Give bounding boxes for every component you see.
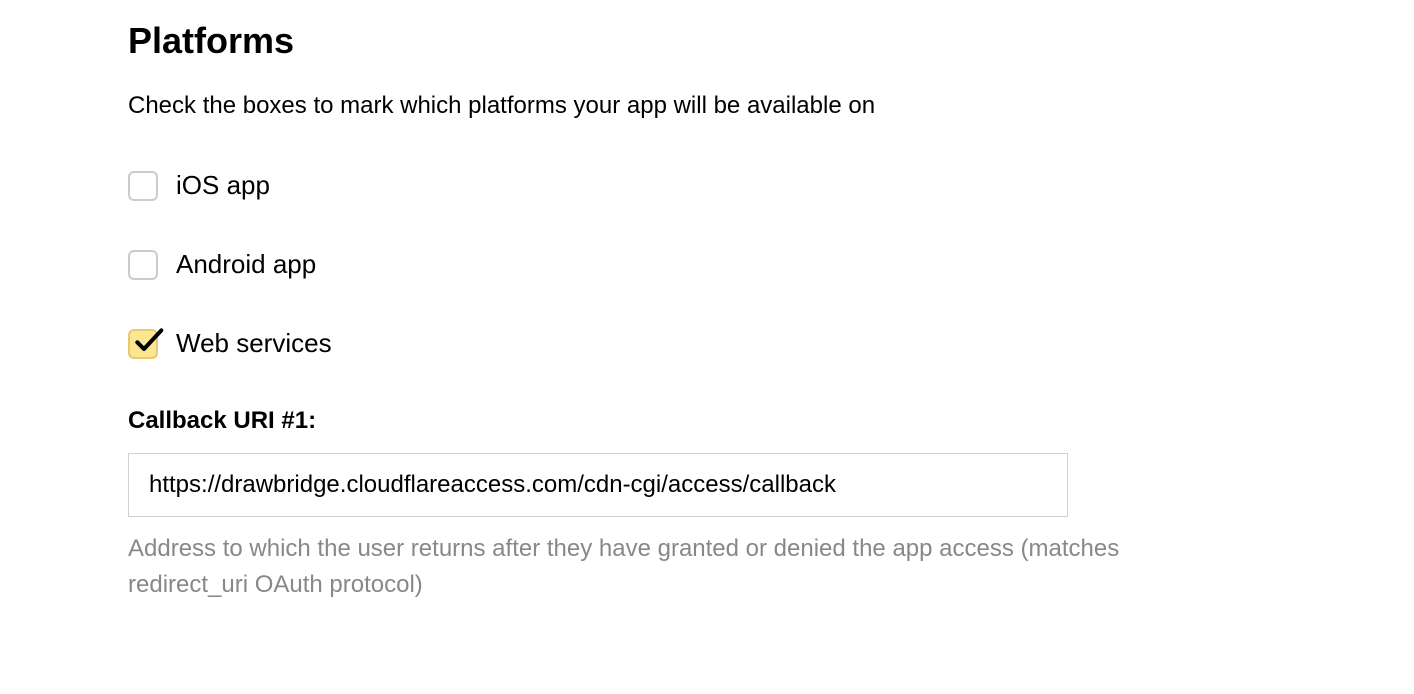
platform-option-web: Web services [128,328,1286,359]
platforms-heading: Platforms [128,20,1286,62]
web-services-label: Web services [176,328,332,359]
platform-option-android: Android app [128,249,1286,280]
android-checkbox[interactable] [128,250,158,280]
platform-option-ios: iOS app [128,170,1286,201]
ios-checkbox[interactable] [128,171,158,201]
callback-uri-help-text: Address to which the user returns after … [128,531,1128,603]
callback-uri-input[interactable] [128,453,1068,517]
ios-label: iOS app [176,170,270,201]
callback-uri-label: Callback URI #1: [128,407,1286,435]
web-services-checkbox[interactable] [128,329,158,359]
platforms-description: Check the boxes to mark which platforms … [128,92,1286,120]
android-label: Android app [176,249,316,280]
check-icon [132,325,164,357]
